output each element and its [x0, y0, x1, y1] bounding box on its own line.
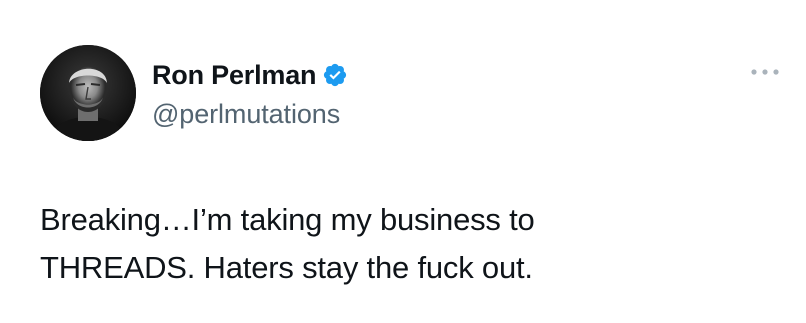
author-handle[interactable]: @perlmutations	[152, 97, 348, 131]
tweet-card: Ron Perlman @perlmutations Breaking…I’m …	[0, 0, 806, 323]
tweet-text: Breaking…I’m taking my business to THREA…	[40, 202, 535, 285]
avatar-photo	[40, 45, 136, 141]
verified-badge-icon	[322, 62, 348, 88]
author-display-name[interactable]: Ron Perlman	[152, 58, 317, 92]
avatar[interactable]	[40, 45, 136, 141]
name-row: Ron Perlman	[152, 58, 348, 92]
more-options-button[interactable]	[748, 62, 782, 82]
more-options-icon	[751, 69, 779, 75]
author-block: Ron Perlman @perlmutations	[152, 58, 348, 131]
